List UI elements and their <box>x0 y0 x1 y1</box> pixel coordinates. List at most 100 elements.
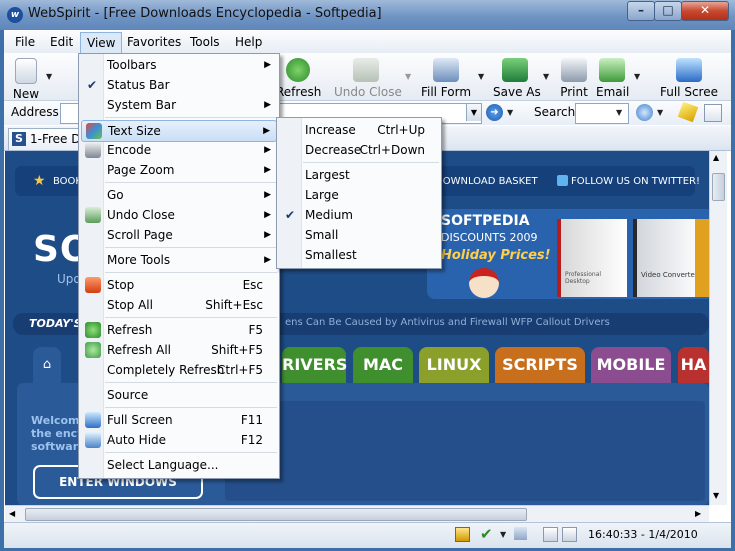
view-menu-item-status-bar[interactable]: ✔ Status Bar <box>81 75 277 95</box>
status-copy-icon[interactable] <box>562 527 577 542</box>
search-engine-dropdown-arrow-icon[interactable]: ▼ <box>657 108 663 117</box>
text-size-item-decrease[interactable]: Decrease Ctrl+Down <box>279 140 439 160</box>
fill-form-dropdown-arrow-icon[interactable]: ▼ <box>478 72 484 81</box>
view-menu-item-text-size[interactable]: Text Size ▶ <box>81 120 277 142</box>
view-menu-item-more-tools[interactable]: More Tools ▶ <box>81 250 277 270</box>
print-button[interactable]: Print <box>558 58 590 99</box>
product-box-2[interactable]: Video Converter <box>633 219 703 297</box>
status-dropdown-arrow-icon[interactable]: ▼ <box>500 530 506 539</box>
menu-item-shortcut: Esc <box>242 278 263 292</box>
view-menu-item-refresh-all[interactable]: Refresh All Shift+F5 <box>81 340 277 360</box>
view-menu-item-stop-all[interactable]: Stop All Shift+Esc <box>81 295 277 315</box>
home-tab-icon[interactable]: ⌂ <box>33 347 61 383</box>
view-menu-item-source[interactable]: Source <box>81 385 277 405</box>
email-button[interactable]: Email <box>596 58 629 99</box>
status-popup-icon[interactable] <box>455 527 470 542</box>
softpedia-favicon-icon: S <box>12 132 26 146</box>
menu-favorites[interactable]: Favorites <box>127 35 181 49</box>
menu-separator <box>105 317 277 318</box>
status-page-icon[interactable] <box>543 527 558 542</box>
toolbar-option-icon[interactable] <box>704 104 722 122</box>
view-menu-item-toolbars[interactable]: Toolbars ▶ <box>81 55 277 75</box>
go-dropdown-arrow-icon[interactable]: ▼ <box>507 108 513 117</box>
menu-view[interactable]: View <box>80 32 123 54</box>
search-label: Search <box>534 105 576 119</box>
email-icon <box>599 58 625 82</box>
text-size-item-smallest[interactable]: Smallest <box>279 245 439 265</box>
horizontal-scrollbar[interactable]: ◀ ▶ <box>5 505 709 523</box>
nav-tab-mobile[interactable]: MOBILE <box>591 347 671 383</box>
view-menu-item-go[interactable]: Go ▶ <box>81 185 277 205</box>
view-menu-item-select-language[interactable]: Select Language... <box>81 455 277 475</box>
save-as-button[interactable]: Save As <box>493 58 541 99</box>
full-screen-button[interactable]: Full Scree <box>659 58 719 98</box>
browser-tab[interactable]: S 1-Free Do <box>8 128 88 150</box>
text-size-item-small[interactable]: Small <box>279 225 439 245</box>
nav-tab-scripts[interactable]: SCRIPTS <box>495 347 585 383</box>
menu-item-label: Undo Close <box>107 208 175 222</box>
email-dropdown-arrow-icon[interactable]: ▼ <box>634 72 640 81</box>
undo-close-icon <box>353 58 379 82</box>
go-arrow-icon[interactable]: ➜ <box>486 104 503 121</box>
view-menu-item-auto-hide[interactable]: Auto Hide F12 <box>81 430 277 450</box>
view-menu-item-page-zoom[interactable]: Page Zoom ▶ <box>81 160 277 180</box>
search-engine-icon[interactable] <box>636 104 653 121</box>
nav-tab-mac[interactable]: MAC <box>353 347 413 383</box>
fill-form-button[interactable]: Fill Form <box>420 58 472 99</box>
text-size-item-increase[interactable]: Increase Ctrl+Up <box>279 120 439 140</box>
search-dropdown-arrow-icon[interactable]: ▼ <box>616 108 622 117</box>
menu-separator <box>105 382 277 383</box>
download-basket-link[interactable]: DOWNLOAD BASKET <box>435 176 538 187</box>
save-as-dropdown-arrow-icon[interactable]: ▼ <box>543 72 549 81</box>
news-ticker-text[interactable]: ens Can Be Caused by Antivirus and Firew… <box>285 317 610 328</box>
status-download-icon[interactable] <box>514 527 527 540</box>
auto-hide-icon <box>85 432 101 448</box>
nav-tab-drivers[interactable]: RIVERS <box>282 347 347 383</box>
view-menu-item-undo-close[interactable]: Undo Close ▶ <box>81 205 277 225</box>
vertical-scrollbar[interactable]: ▲ ▼ <box>709 151 727 505</box>
refresh-button[interactable]: Refresh <box>276 58 321 99</box>
scroll-up-arrow-icon[interactable]: ▲ <box>713 153 719 162</box>
menu-item-label: Page Zoom <box>107 163 175 177</box>
menu-separator <box>105 407 277 408</box>
view-menu-item-refresh[interactable]: Refresh F5 <box>81 320 277 340</box>
view-menu-item-encode[interactable]: Encode ▶ <box>81 140 277 160</box>
nav-tab-linux[interactable]: LINUX <box>419 347 489 383</box>
maximize-button[interactable]: □ <box>654 1 682 21</box>
minimize-button[interactable]: – <box>627 1 655 21</box>
new-dropdown-arrow-icon[interactable]: ▼ <box>46 72 52 81</box>
text-size-item-large[interactable]: Large <box>279 185 439 205</box>
menu-edit[interactable]: Edit <box>50 35 73 49</box>
menu-help[interactable]: Help <box>235 35 262 49</box>
status-check-icon[interactable]: ✔ <box>480 525 493 543</box>
view-menu-item-completely-refresh[interactable]: Completely Refresh Ctrl+F5 <box>81 360 277 380</box>
twitter-link[interactable]: FOLLOW US ON TWITTER! <box>571 176 700 187</box>
scroll-right-arrow-icon[interactable]: ▶ <box>695 509 701 518</box>
view-menu-item-system-bar[interactable]: System Bar ▶ <box>81 95 277 115</box>
status-clock: 16:40:33 - 1/4/2010 <box>588 528 698 541</box>
new-button[interactable]: New <box>10 58 42 101</box>
full-screen-icon <box>85 412 101 428</box>
view-menu-item-full-screen[interactable]: Full Screen F11 <box>81 410 277 430</box>
vertical-scroll-thumb[interactable] <box>712 173 725 201</box>
scroll-down-arrow-icon[interactable]: ▼ <box>713 491 719 500</box>
text-size-item-largest[interactable]: Largest <box>279 165 439 185</box>
text-size-item-medium[interactable]: ✔ Medium <box>279 205 439 225</box>
menu-tools[interactable]: Tools <box>190 35 220 49</box>
product-box-1[interactable]: Professional Desktop <box>557 219 627 297</box>
undo-close-button[interactable]: Undo Close <box>334 58 402 99</box>
scroll-left-arrow-icon[interactable]: ◀ <box>9 509 15 518</box>
menu-item-label: Stop <box>107 278 135 292</box>
horizontal-scroll-thumb[interactable] <box>25 508 527 521</box>
address-dropdown-arrow-icon[interactable]: ▼ <box>466 104 481 121</box>
undo-close-dropdown-arrow-icon[interactable]: ▼ <box>405 72 411 81</box>
refresh-icon <box>85 322 101 338</box>
menu-file[interactable]: File <box>15 35 35 49</box>
view-menu-item-stop[interactable]: Stop Esc <box>81 275 277 295</box>
nav-tab-handheld[interactable]: HA <box>678 347 709 383</box>
menu-item-label: Decrease <box>305 143 362 157</box>
view-menu-item-scroll-page[interactable]: Scroll Page ▶ <box>81 225 277 245</box>
product-box-3[interactable] <box>695 219 709 297</box>
menu-item-label: Go <box>107 188 124 202</box>
close-button[interactable]: ✕ <box>681 1 729 21</box>
